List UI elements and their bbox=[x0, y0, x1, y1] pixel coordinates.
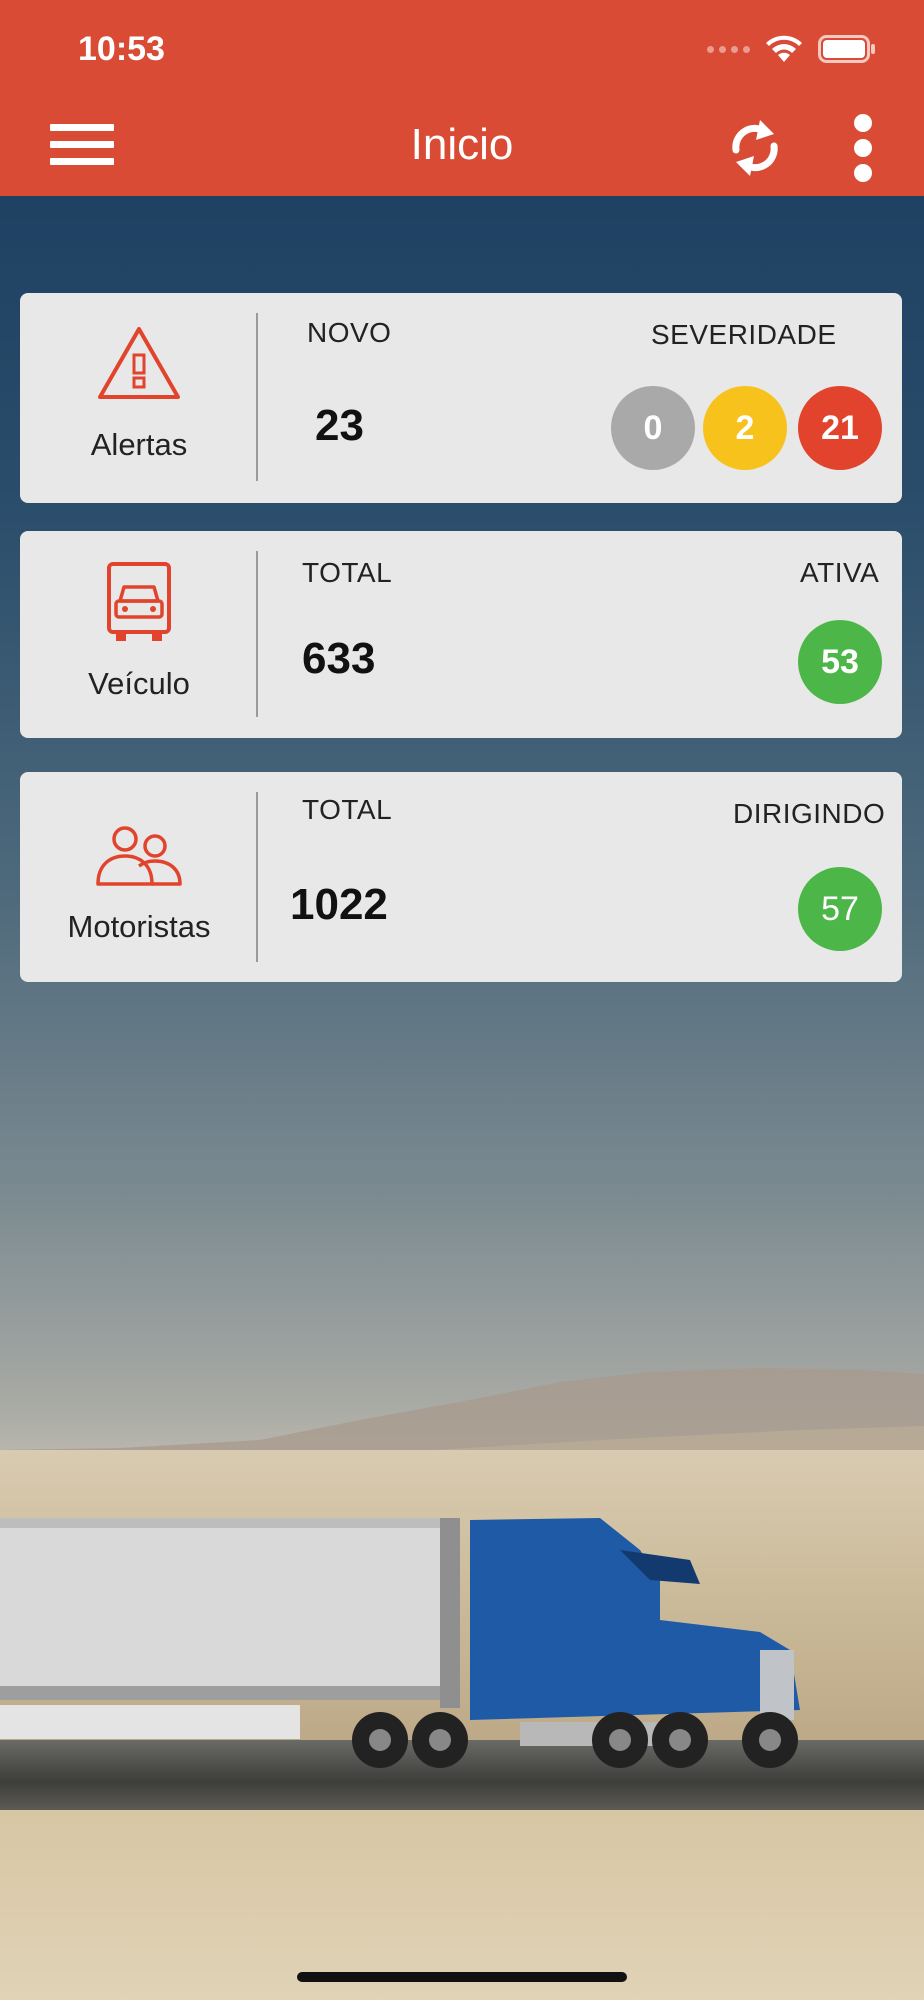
warning-triangle-icon bbox=[98, 327, 180, 399]
refresh-icon bbox=[732, 120, 778, 176]
status-bar: 10:53 bbox=[0, 0, 924, 100]
drivers-label: Motoristas bbox=[67, 909, 211, 944]
page-title: Inicio bbox=[410, 120, 514, 169]
active-vehicles-label: ATIVA bbox=[800, 557, 880, 588]
new-alerts-count: 23 bbox=[315, 401, 364, 450]
home-indicator[interactable] bbox=[297, 1972, 627, 1982]
status-icons bbox=[707, 34, 876, 64]
driving-label: DIRIGINDO bbox=[733, 798, 886, 829]
status-time: 10:53 bbox=[78, 30, 165, 68]
total-drivers-count: 1022 bbox=[290, 880, 388, 929]
driving-drivers-badge[interactable]: 57 bbox=[798, 867, 882, 951]
more-options-button[interactable] bbox=[848, 114, 878, 182]
alerts-card[interactable]: Alertas NOVO 23 SEVERIDADE 0 2 21 bbox=[20, 293, 902, 503]
alerts-card-header: Alertas bbox=[20, 293, 258, 503]
card-divider bbox=[256, 313, 258, 481]
severity-label: SEVERIDADE bbox=[651, 319, 837, 350]
alerts-label: Alertas bbox=[90, 427, 188, 462]
top-app-bar: Inicio bbox=[0, 100, 924, 196]
vehicles-label: Veículo bbox=[88, 666, 190, 701]
active-vehicles-badge[interactable]: 53 bbox=[798, 620, 882, 704]
severity-medium-badge[interactable]: 2 bbox=[703, 386, 787, 470]
more-vertical-icon bbox=[854, 114, 872, 132]
total-drivers-label: TOTAL bbox=[302, 794, 393, 825]
total-vehicles-count: 633 bbox=[302, 634, 376, 683]
truck-front-icon bbox=[107, 562, 171, 641]
cellular-signal-icon bbox=[707, 45, 750, 53]
battery-icon bbox=[818, 35, 875, 63]
severity-low-badge[interactable]: 0 bbox=[611, 386, 695, 470]
severity-high-badge[interactable]: 21 bbox=[798, 386, 882, 470]
users-icon bbox=[96, 826, 182, 886]
refresh-button[interactable] bbox=[726, 116, 784, 180]
truck-illustration bbox=[0, 1518, 800, 1768]
vehicles-card-header: Veículo bbox=[20, 531, 258, 738]
new-alerts-label: NOVO bbox=[307, 317, 392, 348]
wifi-icon bbox=[766, 35, 802, 62]
card-divider bbox=[256, 551, 258, 717]
drivers-card-header: Motoristas bbox=[20, 772, 258, 982]
drivers-card[interactable]: Motoristas TOTAL 1022 DIRIGINDO 57 bbox=[20, 772, 902, 982]
card-divider bbox=[256, 792, 258, 962]
vehicles-card[interactable]: Veículo TOTAL 633 ATIVA 53 bbox=[20, 531, 902, 738]
total-vehicles-label: TOTAL bbox=[302, 557, 393, 588]
